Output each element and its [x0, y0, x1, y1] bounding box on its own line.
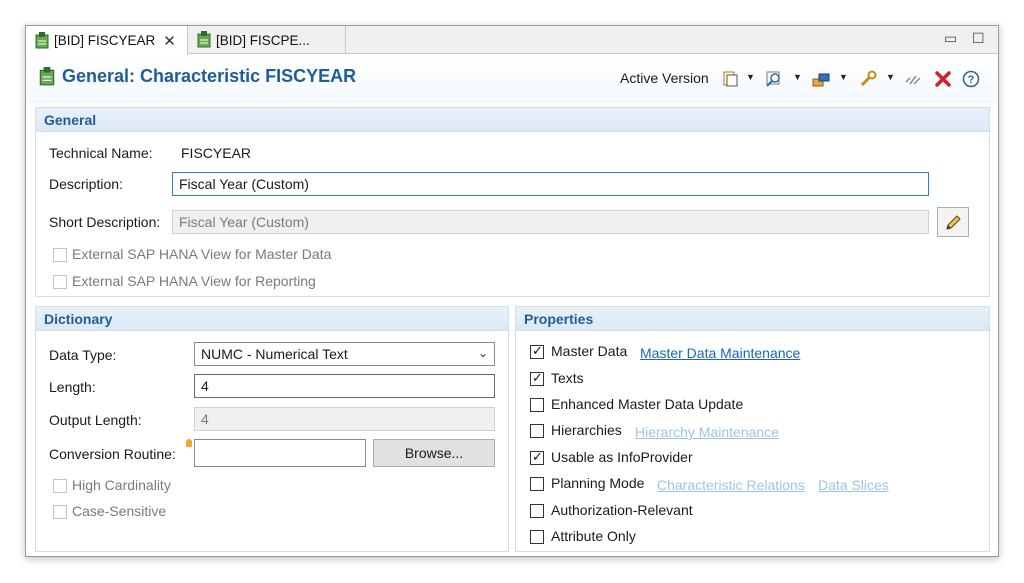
hierarchies-checkbox[interactable]	[530, 424, 544, 438]
data-flow-icon[interactable]	[812, 70, 830, 88]
editor-window: [BID] FISCYEAR ✕ [BID] FISCPE... ▭ ☐ Gen…	[25, 25, 999, 557]
active-version-label: Active Version	[620, 70, 709, 86]
checkmark-icon: ✓	[532, 449, 543, 464]
enhanced-master-data-update-checkbox[interactable]	[530, 398, 544, 412]
technical-name-label: Technical Name:	[49, 145, 153, 161]
short-description-label: Short Description:	[49, 214, 161, 230]
characteristic-icon	[197, 31, 211, 48]
tab-fiscper[interactable]: [BID] FISCPE...	[188, 26, 346, 54]
output-length-label: Output Length:	[49, 412, 142, 428]
master-data-label: Master Data	[551, 343, 628, 359]
wrench-icon[interactable]	[859, 70, 877, 88]
tab-label: [BID] FISCYEAR	[54, 33, 156, 48]
general-section: General	[35, 107, 990, 297]
master-data-maintenance-link[interactable]: Master Data Maintenance	[640, 345, 800, 361]
chevron-down-icon[interactable]: ▼	[839, 72, 848, 82]
browse-button[interactable]: Browse...	[373, 439, 495, 467]
data-slices-link[interactable]: Data Slices	[818, 477, 889, 493]
hana-master-data-label: External SAP HANA View for Master Data	[72, 246, 332, 262]
high-cardinality-checkbox[interactable]	[53, 479, 67, 493]
tab-strip: [BID] FISCYEAR ✕ [BID] FISCPE... ▭ ☐	[26, 26, 998, 55]
planning-mode-checkbox[interactable]	[530, 477, 544, 491]
length-field[interactable]: 4	[194, 374, 495, 398]
characteristic-icon	[39, 67, 55, 86]
svg-text:?: ?	[968, 74, 975, 86]
content-assist-icon	[186, 439, 192, 447]
maximize-icon[interactable]: ☐	[972, 30, 985, 47]
short-description-field: Fiscal Year (Custom)	[172, 210, 929, 234]
chevron-down-icon[interactable]: ▼	[746, 72, 755, 82]
page-title: General: Characteristic FISCYEAR	[62, 66, 357, 86]
check-syntax-icon[interactable]	[904, 70, 922, 88]
tab-fiscyear[interactable]: [BID] FISCYEAR ✕	[26, 26, 188, 55]
chevron-down-icon[interactable]: ▼	[886, 72, 895, 82]
help-icon[interactable]: ?	[962, 70, 980, 88]
dictionary-heading: Dictionary	[36, 307, 508, 331]
data-type-select[interactable]: NUMC - Numerical Text ⌄	[194, 342, 495, 366]
enhanced-master-data-update-label: Enhanced Master Data Update	[551, 396, 744, 412]
case-sensitive-checkbox[interactable]	[53, 505, 67, 519]
description-field[interactable]: Fiscal Year (Custom)	[172, 172, 929, 196]
edit-short-description-button[interactable]	[937, 207, 969, 237]
usable-as-infoprovider-label: Usable as InfoProvider	[551, 449, 693, 465]
texts-label: Texts	[551, 370, 584, 386]
general-heading: General	[36, 108, 989, 132]
tab-label: [BID] FISCPE...	[216, 32, 310, 48]
checkmark-icon: ✓	[532, 370, 543, 385]
characteristic-relations-link[interactable]: Characteristic Relations	[657, 477, 805, 493]
chevron-down-icon[interactable]: ▼	[793, 72, 802, 82]
checkmark-icon: ✓	[532, 343, 543, 358]
case-sensitive-label: Case-Sensitive	[72, 503, 167, 519]
hana-reporting-checkbox[interactable]	[53, 275, 67, 289]
usable-as-infoprovider-checkbox[interactable]: ✓	[530, 449, 544, 465]
description-label: Description:	[49, 176, 123, 192]
close-icon[interactable]: ✕	[163, 32, 176, 50]
conversion-routine-field[interactable]	[194, 439, 366, 467]
minimize-icon[interactable]: ▭	[944, 30, 957, 47]
search-icon[interactable]	[765, 70, 783, 88]
data-type-value: NUMC - Numerical Text	[201, 346, 348, 362]
master-data-checkbox[interactable]: ✓	[530, 343, 544, 359]
authorization-relevant-label: Authorization-Relevant	[551, 502, 693, 518]
length-label: Length:	[49, 379, 96, 395]
attribute-only-label: Attribute Only	[551, 528, 636, 544]
document-icon[interactable]	[721, 70, 739, 88]
data-type-label: Data Type:	[49, 347, 117, 363]
characteristic-icon	[35, 31, 49, 48]
high-cardinality-label: High Cardinality	[72, 477, 171, 493]
authorization-relevant-checkbox[interactable]	[530, 504, 544, 518]
technical-name-value: FISCYEAR	[181, 145, 252, 161]
properties-heading: Properties	[516, 307, 989, 331]
hierarchy-maintenance-link[interactable]: Hierarchy Maintenance	[635, 424, 779, 440]
conversion-routine-label: Conversion Routine:	[49, 446, 176, 462]
hana-reporting-label: External SAP HANA View for Reporting	[72, 273, 316, 289]
chevron-down-icon: ⌄	[477, 346, 488, 360]
hierarchies-label: Hierarchies	[551, 422, 622, 438]
delete-icon[interactable]	[934, 70, 952, 88]
pencil-icon	[946, 215, 961, 230]
output-length-field: 4	[194, 407, 495, 431]
hana-master-data-checkbox[interactable]	[53, 248, 67, 262]
planning-mode-label: Planning Mode	[551, 475, 645, 491]
attribute-only-checkbox[interactable]	[530, 530, 544, 544]
texts-checkbox[interactable]: ✓	[530, 370, 544, 386]
